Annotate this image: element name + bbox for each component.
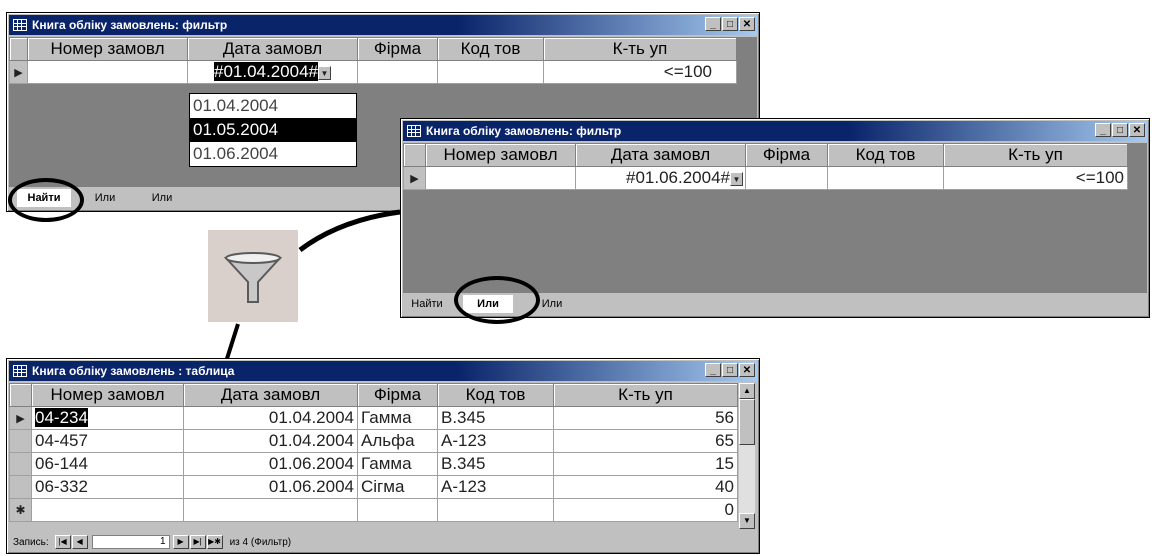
title-bar: Книга обліку замовлень : таблица _ □ ✕ [9,361,757,381]
current-row-arrow-icon: ▶ [410,173,419,185]
cell-num[interactable] [425,166,576,190]
cell-firm[interactable]: Сігма [357,475,438,499]
column-header[interactable]: Номер замовл [31,383,184,407]
scroll-thumb[interactable] [739,399,755,445]
table-row[interactable]: ▶ 04-234 01.04.2004 Гамма В.345 56 [9,406,738,430]
date-criteria: #01.06.2004# [626,168,730,187]
column-header[interactable]: Код тов [827,143,944,167]
cell-qty[interactable]: 15 [553,452,738,476]
record-navigator: Запись: |◀ ◀ 1 ▶ ▶| ▶✱ из 4 (Фильтр) [13,535,291,549]
vertical-scrollbar[interactable]: ▲ ▼ [739,383,755,529]
highlight-circle [454,276,540,324]
cell-num[interactable]: 06-332 [31,475,184,499]
cell-num[interactable]: 04-234 [31,406,184,430]
cell-firm[interactable] [745,166,828,190]
new-record-row[interactable]: ✱ 0 [9,498,738,522]
record-count: из 4 (Фильтр) [229,536,292,548]
window-title: Книга обліку замовлень: фильтр [426,124,622,138]
table-row[interactable]: 06-144 01.06.2004 Гамма В.345 15 [9,452,738,476]
minimize-button[interactable]: _ [1095,123,1111,137]
cell-code[interactable]: В.345 [437,406,554,430]
cell-date[interactable]: 01.06.2004 [183,452,358,476]
close-button[interactable]: ✕ [1129,123,1145,137]
row-selector[interactable]: ▶ [9,406,32,430]
selected-value: 04-234 [35,408,88,427]
table-icon [13,365,27,377]
cell-code[interactable]: А-123 [437,475,554,499]
cell-code[interactable]: В.345 [437,452,554,476]
cell-qty[interactable]: 40 [553,475,738,499]
scroll-down-icon[interactable]: ▼ [739,513,755,529]
column-header[interactable]: Код тов [437,383,554,407]
new-record-icon: ✱ [9,498,32,522]
table-row[interactable]: 06-332 01.06.2004 Сігма А-123 40 [9,475,738,499]
cell-qty[interactable]: <=100 [943,166,1128,190]
title-bar: Книга обліку замовлень: фильтр _ □ ✕ [403,121,1147,141]
first-record-icon[interactable]: |◀ [54,535,71,549]
records-table: Номер замовл Дата замовл Фірма Код тов К… [9,383,738,522]
close-button[interactable]: ✕ [739,363,755,377]
cell-firm[interactable] [357,498,438,522]
column-header[interactable]: Фірма [357,383,438,407]
record-number-input[interactable]: 1 [91,535,170,549]
row-selector[interactable]: ▶ [403,166,426,190]
maximize-button[interactable]: □ [1112,123,1128,137]
cell-date[interactable]: #01.06.2004# ▼ [575,166,746,190]
cell-code[interactable] [827,166,944,190]
cell-date[interactable] [183,498,358,522]
window-title: Книга обліку замовлень : таблица [32,364,235,378]
table-icon [407,125,421,137]
table-window: Книга обліку замовлень : таблица _ □ ✕ Н… [6,358,760,554]
cell-firm[interactable]: Альфа [357,429,438,453]
cell-code[interactable]: А-123 [437,429,554,453]
new-record-icon[interactable]: ▶✱ [206,535,223,549]
column-header[interactable]: К-ть уп [943,143,1128,167]
cell-qty[interactable]: 65 [553,429,738,453]
row-selector-header [403,143,426,167]
cell-date[interactable]: 01.04.2004 [183,406,358,430]
filter-grid: Номер замовл Дата замовл Фірма Код тов К… [403,143,1128,190]
next-record-icon[interactable]: ▶ [172,535,189,549]
row-selector-header [9,383,32,407]
record-number: 1 [160,536,166,547]
last-record-icon[interactable]: ▶| [189,535,206,549]
cell-num[interactable]: 04-457 [31,429,184,453]
current-row-arrow-icon: ▶ [16,413,25,425]
cell-firm[interactable]: Гамма [357,452,438,476]
cell-code[interactable] [437,498,554,522]
column-header[interactable]: Дата замовл [575,143,746,167]
scroll-up-icon[interactable]: ▲ [739,383,755,399]
table-row[interactable]: 04-457 01.04.2004 Альфа А-123 65 [9,429,738,453]
cell-firm[interactable]: Гамма [357,406,438,430]
row-selector[interactable] [9,475,32,499]
maximize-button[interactable]: □ [722,363,738,377]
nav-label: Запись: [13,536,49,548]
column-header[interactable]: Фірма [745,143,828,167]
cell-num[interactable]: 06-144 [31,452,184,476]
cell-date[interactable]: 01.04.2004 [183,429,358,453]
prev-record-icon[interactable]: ◀ [71,535,88,549]
column-header[interactable]: Дата замовл [183,383,358,407]
tab-find[interactable]: Найти [405,295,449,313]
dropdown-arrow-icon[interactable]: ▼ [730,171,743,186]
row-selector[interactable] [9,452,32,476]
column-header[interactable]: К-ть уп [553,383,738,407]
cell-num[interactable] [31,498,184,522]
cell-qty[interactable]: 0 [553,498,738,522]
column-header[interactable]: Номер замовл [425,143,576,167]
row-selector[interactable] [9,429,32,453]
minimize-button[interactable]: _ [705,363,721,377]
cell-qty[interactable]: 56 [553,406,738,430]
cell-date[interactable]: 01.06.2004 [183,475,358,499]
